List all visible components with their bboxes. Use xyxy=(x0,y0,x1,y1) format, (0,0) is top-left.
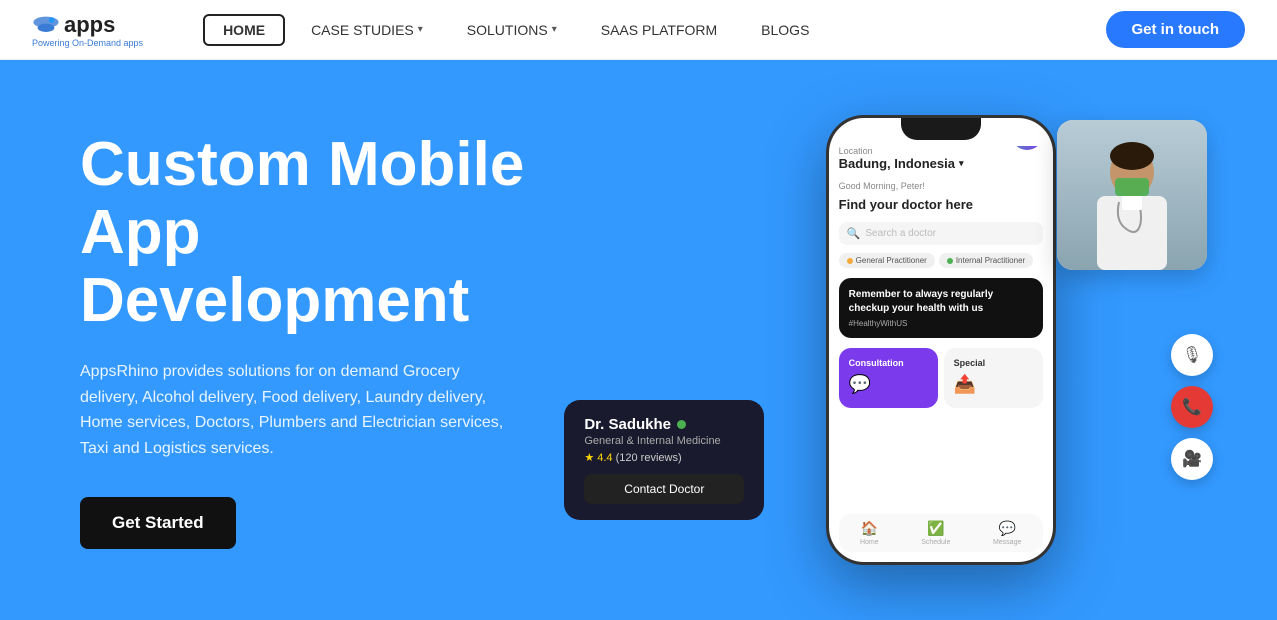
logo: apps Powering On-Demand apps xyxy=(32,12,143,48)
call-controls: 🎙 📞 🎥 xyxy=(1171,334,1213,480)
doctor-name: Dr. Sadukhe xyxy=(584,416,744,433)
chevron-down-icon: ▾ xyxy=(959,158,964,169)
special-card: Special 📤 xyxy=(944,348,1043,408)
logo-subtitle: Powering On-Demand apps xyxy=(32,38,143,48)
phone-mockup: Location Badung, Indonesia ▾ Good Mornin… xyxy=(826,115,1056,565)
online-indicator xyxy=(677,420,686,429)
phone-icon: 📞 xyxy=(1182,397,1202,417)
tag-dot-icon xyxy=(947,258,953,264)
tag-dot-icon xyxy=(847,258,853,264)
speciality-tags: General Practitioner Internal Practition… xyxy=(839,253,1043,268)
video-icon: 🎥 xyxy=(1182,449,1202,469)
video-button[interactable]: 🎥 xyxy=(1171,438,1213,480)
nav-case-studies[interactable]: CASE STUDIES ▾ xyxy=(293,16,441,44)
nav-home[interactable]: HOME xyxy=(203,14,285,46)
schedule-icon: ✅ xyxy=(927,520,944,537)
hero-title: Custom Mobile App Development xyxy=(80,131,524,336)
hero-description: AppsRhino provides solutions for on dema… xyxy=(80,359,510,461)
consultation-icon: 💬 xyxy=(849,374,928,395)
get-in-touch-button[interactable]: Get in touch xyxy=(1106,11,1246,48)
phone-screen: Location Badung, Indonesia ▾ Good Mornin… xyxy=(829,118,1053,562)
service-cards: Consultation 💬 Special 📤 xyxy=(839,348,1043,408)
logo-text: apps xyxy=(32,12,143,38)
greeting-text: Good Morning, Peter! xyxy=(839,181,1043,191)
mute-button[interactable]: 🎙 xyxy=(1171,334,1213,376)
contact-doctor-button[interactable]: Contact Doctor xyxy=(584,474,744,504)
nav-home-phone: 🏠 Home xyxy=(860,520,879,546)
doctor-rating: ★ 4.4 (120 reviews) xyxy=(584,451,744,464)
logo-icon xyxy=(32,15,60,35)
doctor-info-card: Dr. Sadukhe General & Internal Medicine … xyxy=(564,400,764,520)
doctor-photo xyxy=(1057,120,1207,270)
chevron-down-icon: ▾ xyxy=(418,24,423,35)
mute-icon: 🎙 xyxy=(1182,345,1202,365)
nav-message-phone: 💬 Message xyxy=(993,520,1021,546)
nav-saas[interactable]: SAAS PLATFORM xyxy=(583,16,735,44)
search-icon: 🔍 xyxy=(847,227,861,240)
find-doctor-text: Find your doctor here xyxy=(839,197,1043,212)
doctor-specialty: General & Internal Medicine xyxy=(584,435,744,447)
reminder-hashtag: #HealthyWithUS xyxy=(849,319,1033,328)
message-icon: 💬 xyxy=(998,520,1015,537)
avatar xyxy=(1011,146,1043,150)
reminder-card: Remember to always regularly checkup you… xyxy=(839,278,1043,338)
nav-links: HOME CASE STUDIES ▾ SOLUTIONS ▾ SAAS PLA… xyxy=(203,14,1105,46)
phone-bottom-nav: 🏠 Home ✅ Schedule 💬 Message xyxy=(839,514,1043,552)
home-icon: 🏠 xyxy=(861,520,878,537)
nav-blogs[interactable]: BLOGS xyxy=(743,16,827,44)
tag-general: General Practitioner xyxy=(839,253,935,268)
chevron-down-icon: ▾ xyxy=(552,24,557,35)
hero-visual: Dr. Sadukhe General & Internal Medicine … xyxy=(524,100,1197,580)
city-name: Badung, Indonesia ▾ xyxy=(839,156,1043,171)
search-placeholder: Search a doctor xyxy=(865,228,936,239)
phone-device: Location Badung, Indonesia ▾ Good Mornin… xyxy=(826,115,1056,565)
doctor-silhouette xyxy=(1057,120,1207,270)
doctor-image-placeholder xyxy=(1057,120,1207,270)
navbar: apps Powering On-Demand apps HOME CASE S… xyxy=(0,0,1277,60)
end-call-button[interactable]: 📞 xyxy=(1171,386,1213,428)
phone-notch xyxy=(901,118,981,140)
hero-content: Custom Mobile App Development AppsRhino … xyxy=(80,131,524,550)
nav-solutions[interactable]: SOLUTIONS ▾ xyxy=(449,16,575,44)
hero-section: Custom Mobile App Development AppsRhino … xyxy=(0,60,1277,620)
tag-internal: Internal Practitioner xyxy=(939,253,1033,268)
special-icon: 📤 xyxy=(954,374,1033,395)
search-bar[interactable]: 🔍 Search a doctor xyxy=(839,222,1043,245)
reminder-text: Remember to always regularly checkup you… xyxy=(849,288,1033,316)
nav-schedule-phone: ✅ Schedule xyxy=(921,520,950,546)
consultation-card: Consultation 💬 xyxy=(839,348,938,408)
get-started-button[interactable]: Get Started xyxy=(80,497,236,549)
